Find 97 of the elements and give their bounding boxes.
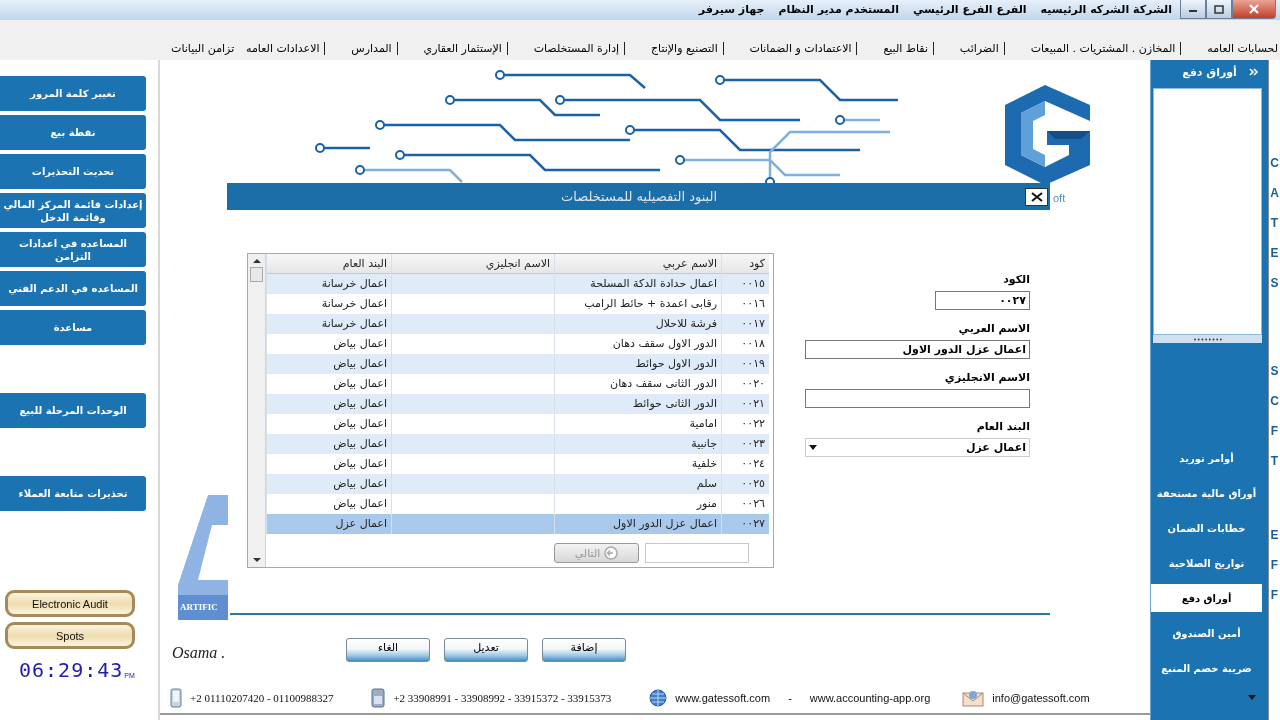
close-button[interactable] xyxy=(1025,187,1048,206)
table-row[interactable]: ٠٠١٩ الدور الاول حوائط اعمال بياض xyxy=(266,354,769,374)
sidebar-button[interactable]: تحديث التحذيرات xyxy=(0,154,146,189)
logo-letter: T xyxy=(1269,215,1280,232)
link-text: info@gatessoft.com xyxy=(992,692,1090,704)
sidebar-button[interactable]: الوحدات المرحلة للبيع xyxy=(0,393,146,428)
caret-icon xyxy=(1248,694,1256,700)
logo-text: oft xyxy=(1053,192,1066,204)
input-field[interactable]: ٠٠٢٧ xyxy=(935,291,1030,310)
telephone-icon xyxy=(371,688,386,708)
logo-letter: C xyxy=(1269,393,1280,410)
scrollbar[interactable] xyxy=(248,254,266,567)
field-label: الاسم الانجليزي xyxy=(943,370,1030,386)
scroll-down-icon xyxy=(252,557,261,563)
table-cell: ٠٠٢٧ xyxy=(721,514,769,534)
menu-item[interactable]: الضرائب xyxy=(932,42,1001,55)
title-info-text: جهاز سيرفر xyxy=(698,3,765,16)
phone-icon xyxy=(170,688,182,708)
action-button[interactable]: إضافة xyxy=(542,638,626,662)
menu-item[interactable]: المدارس xyxy=(324,42,394,55)
panel-item[interactable]: أوامر توريد xyxy=(1151,444,1262,472)
logo-letter: F xyxy=(1269,587,1280,604)
link-text: www.accounting-app.org xyxy=(809,692,931,704)
logo-letter: S xyxy=(1269,363,1280,380)
menu-item[interactable]: الاعتمادات و الضمانات xyxy=(722,42,854,55)
table-row[interactable]: ٠٠١٧ فرشة للاحلال اعمال خرسانة xyxy=(266,314,769,334)
arrow-circle-icon xyxy=(604,546,619,560)
logo-letter: E xyxy=(1269,527,1280,544)
field-label: البند العام xyxy=(975,419,1030,435)
logo-letter: T xyxy=(1269,453,1280,470)
input-field[interactable]: اعمال عزل الدور الاول xyxy=(805,340,1030,359)
phone-number: +2 01110207420 - 01100988327 xyxy=(190,692,334,704)
title-info-text: الشركة الشركه الرئيسيه xyxy=(1040,3,1172,16)
field-label: الكود xyxy=(1002,272,1030,288)
table-row[interactable]: ٠٠٢٧ اعمال عزل الدور الاول اعمال عزل xyxy=(266,514,769,534)
sidebar-button[interactable]: إعدادات قائمة المركز المالي وقائمة الدخل xyxy=(0,193,146,228)
menu-item[interactable]: الاعدادات العامه xyxy=(239,42,322,55)
table-row[interactable]: ٠٠١٥ اعمال حدادة الدكة المسلحة اعمال خرسانة xyxy=(266,274,769,294)
pill-button[interactable]: Spots xyxy=(5,622,135,649)
menu-item[interactable]: التصنيع والإنتاج xyxy=(624,42,720,55)
scroll-up-icon xyxy=(252,258,261,264)
signature-text: Osama . xyxy=(171,643,227,662)
double-chevron-icon[interactable] xyxy=(1249,68,1259,76)
link-text: www.gatessoft.com xyxy=(675,692,771,704)
panel-item[interactable]: خطابات الضمان xyxy=(1151,514,1262,542)
logo-letter: F xyxy=(1269,423,1280,440)
table-cell: اعمال عزل الدور الاول xyxy=(554,514,721,534)
menu-item[interactable]: إدارة المستخلصات xyxy=(506,42,622,55)
sidebar-button[interactable]: تغيير كلمة المرور xyxy=(0,76,146,111)
pill-button[interactable]: Electronic Audit xyxy=(5,590,135,617)
maximize-icon xyxy=(1214,4,1224,14)
table-cell: اعمال عزل xyxy=(266,514,391,534)
logo-letter: C xyxy=(1269,155,1280,172)
sidebar-button[interactable]: المساعده في اعدادات التزامن xyxy=(0,232,146,267)
clock-time: 06:29:43 xyxy=(19,658,124,682)
sidebar-button[interactable]: تحذيرات متابعة العملاء xyxy=(0,476,146,511)
panel-title: أوراق دفع xyxy=(1182,66,1237,79)
dropdown-field[interactable]: اعمال عزل xyxy=(805,438,1030,457)
close-icon xyxy=(1249,4,1259,14)
envelope-icon xyxy=(962,689,985,707)
menu-item[interactable]: تزامن البيانات xyxy=(164,42,237,55)
caret-icon xyxy=(809,445,817,450)
field-label: الاسم العربي xyxy=(957,321,1030,337)
logo-letter: E xyxy=(1269,245,1280,262)
table-row[interactable]: ٠٠٢٣ جانبية اعمال بياض xyxy=(266,434,769,454)
grip-icon xyxy=(1192,337,1223,341)
title-info-text: المستخدم مدير النظام xyxy=(778,3,899,16)
logo-letter: F xyxy=(1269,557,1280,574)
panel-item[interactable]: أمين الصندوق xyxy=(1151,619,1262,647)
scrollbar-thumb[interactable] xyxy=(250,267,263,282)
table-row[interactable]: ٠٠٢١ الدور الثانى حوائط اعمال بياض xyxy=(266,394,769,414)
panel-item[interactable]: ضريبة خصم المنبع xyxy=(1151,654,1262,682)
action-button[interactable]: تعديل xyxy=(444,638,528,662)
menu-item[interactable]: الإستثمار العقاري xyxy=(396,42,504,55)
menu-item[interactable]: نقاط البيع xyxy=(856,42,930,55)
phone-number: +2 33908991 - 33908992 - 33915372 - 33915373 xyxy=(393,692,612,704)
input-field[interactable] xyxy=(805,389,1030,408)
minimize-button[interactable] xyxy=(1180,0,1206,19)
globe-icon xyxy=(649,689,668,707)
maximize-button[interactable] xyxy=(1206,0,1232,19)
close-icon xyxy=(1030,191,1043,202)
logo-letter: S xyxy=(1269,275,1280,292)
menu-item[interactable]: لحسابات العامه xyxy=(1180,42,1280,55)
sidebar-button[interactable]: نقطة بيع xyxy=(0,115,146,150)
title-info-text: الفرع الفرع الرئيسي xyxy=(912,3,1027,16)
link-text: - xyxy=(788,692,792,704)
panel-item[interactable]: أوراق دفع xyxy=(1151,584,1262,612)
dialog-title: البنود التفصيليه للمستخلصات xyxy=(559,189,719,204)
menu-item[interactable]: المخازن . المشتريات . المبيعات xyxy=(1003,42,1178,55)
sidebar-button[interactable]: المساعده في الدعم الفني xyxy=(0,271,146,306)
panel-item[interactable]: تواريخ الصلاحية xyxy=(1151,549,1262,577)
table-row[interactable]: ٠٠٢٥ سلم اعمال بياض xyxy=(266,474,769,494)
logo-letter: A xyxy=(1269,185,1280,202)
sidebar-button[interactable]: مساعدة xyxy=(0,310,146,345)
action-button[interactable]: الغاء xyxy=(346,638,430,662)
page-field[interactable] xyxy=(645,543,749,563)
panel-item[interactable]: أوراق مالية مستحقة xyxy=(1151,479,1262,507)
